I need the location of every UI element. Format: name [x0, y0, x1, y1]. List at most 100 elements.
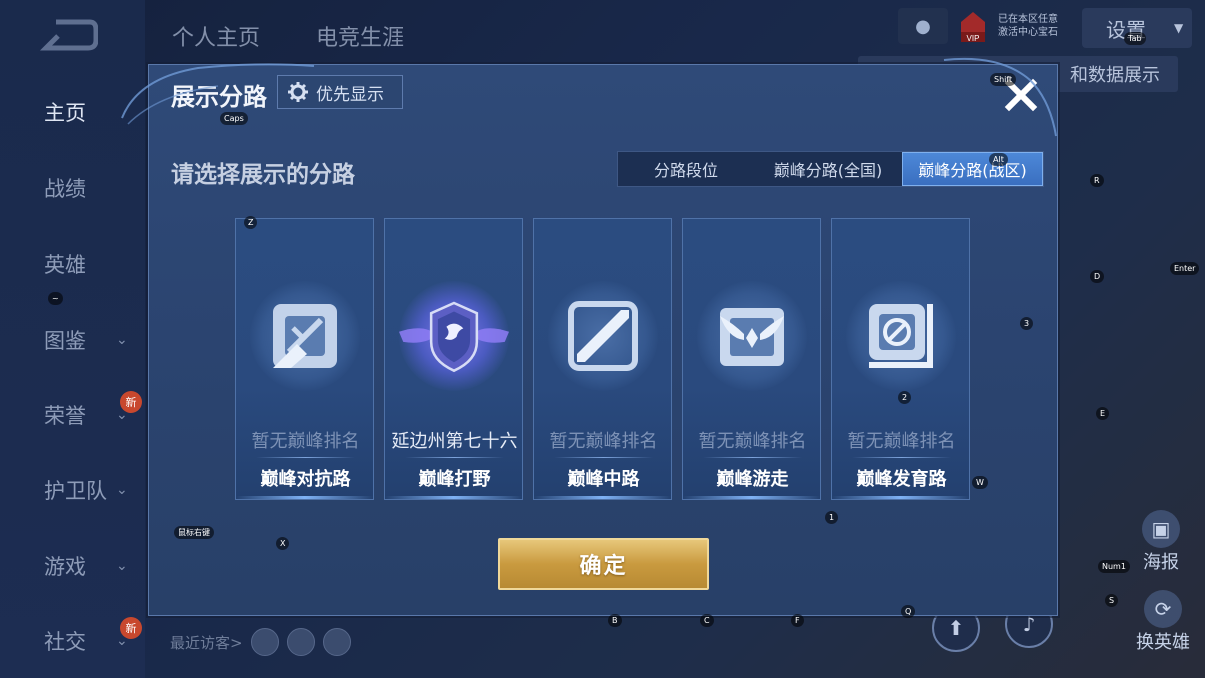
lane-card-roam[interactable]: 暂无巅峰排名 巅峰游走 — [682, 218, 821, 500]
vip-info: 已在本区任意 激活中心宝石 — [998, 13, 1058, 39]
card-rank-text: 暂无巅峰排名 — [698, 431, 807, 452]
visitor-avatar[interactable] — [250, 628, 279, 656]
clash-lane-icon — [273, 304, 337, 368]
vip-line-1: 已在本区任意 — [998, 14, 1058, 25]
emblem-bg — [697, 281, 807, 391]
sidebar-item-label: 主页 — [44, 101, 86, 125]
key-hint: C — [700, 614, 714, 627]
emblem-bg — [250, 281, 360, 391]
farm-lane-icon — [869, 304, 933, 368]
poster-label: 海报 — [1143, 552, 1179, 573]
key-hint: Num1 — [1098, 560, 1130, 573]
modal-subtitle: 请选择展示的分路 — [171, 162, 355, 188]
emblem-bg — [846, 281, 956, 391]
key-hint: Q — [901, 605, 916, 618]
lane-display-modal: 展示分路 优先显示 请选择展示的分路 分路段位 巅峰分路(全国) 巅峰分路(战区… — [148, 64, 1058, 616]
chevron-down-icon: ⌄ — [116, 332, 128, 348]
sidebar-item-label: 图鉴 — [44, 329, 86, 353]
key-hint: S — [1105, 594, 1119, 607]
new-badge: 新 — [120, 391, 142, 413]
card-divider — [256, 457, 355, 458]
card-lane-name: 巅峰打野 — [418, 469, 491, 490]
switch-hero-label: 换英雄 — [1136, 632, 1190, 653]
card-glow — [385, 496, 522, 499]
key-hint: Shift — [990, 73, 1017, 86]
card-glow — [236, 496, 373, 499]
sidebar-item[interactable]: 荣誉 ⌄ 新 — [0, 391, 145, 435]
tab-peak-lane-national[interactable]: 巅峰分路(全国) — [754, 152, 902, 186]
lane-card-clash[interactable]: 暂无巅峰排名 巅峰对抗路 — [235, 218, 374, 500]
svg-text:VIP: VIP — [967, 34, 980, 43]
sidebar-item-label: 英雄 — [44, 253, 86, 277]
emblem-bg — [399, 281, 509, 391]
poster-icon: ▣ — [1142, 510, 1180, 548]
tab-esports-career[interactable]: 电竞生涯 — [316, 20, 404, 52]
switch-hero-button[interactable]: ⟳ 换英雄 — [1136, 590, 1190, 654]
sidebar-item[interactable]: 图鉴 ⌄ — [0, 320, 145, 360]
card-rank-text: 暂无巅峰排名 — [847, 431, 956, 452]
card-lane-name: 巅峰发育路 — [856, 469, 947, 490]
sidebar-item[interactable]: 战绩 — [0, 168, 145, 208]
key-hint: R — [1090, 174, 1104, 187]
card-divider — [405, 457, 504, 458]
tab-lane-rank[interactable]: 分路段位 — [618, 152, 754, 186]
card-glow — [683, 496, 820, 499]
card-divider — [703, 457, 802, 458]
recent-visitors[interactable]: 最近访客> — [170, 628, 351, 656]
card-lane-name: 巅峰游走 — [716, 469, 789, 490]
chevron-down-icon: ⌄ — [116, 482, 128, 498]
vip-badge-icon: VIP — [961, 12, 985, 43]
confirm-label: 确定 — [579, 554, 628, 579]
sidebar-item[interactable]: 游戏 ⌄ — [0, 546, 145, 586]
card-lane-name: 巅峰中路 — [567, 469, 640, 490]
vip-line-2: 激活中心宝石 — [998, 27, 1058, 38]
card-lane-name: 巅峰对抗路 — [260, 469, 351, 490]
new-badge: 新 — [120, 617, 142, 639]
card-glow — [832, 496, 969, 499]
lane-card-mid[interactable]: 暂无巅峰排名 巅峰中路 — [533, 218, 672, 500]
switch-hero-icon: ⟳ — [1144, 590, 1182, 628]
key-hint: W — [972, 476, 988, 489]
key-hint: E — [1096, 407, 1110, 420]
key-hint: D — [1090, 270, 1105, 283]
card-glow — [534, 496, 671, 499]
roam-wings-icon — [720, 308, 784, 366]
sidebar-item[interactable]: 护卫队 ⌄ — [0, 470, 145, 510]
sidebar-item-label: 护卫队 — [44, 479, 107, 503]
chevron-down-icon: ▼ — [1174, 21, 1184, 35]
tab-personal-home[interactable]: 个人主页 — [172, 20, 260, 52]
decorative-swirl — [121, 63, 315, 125]
jungle-crest-icon — [399, 301, 509, 373]
lane-card-jungle[interactable]: 延边州第七十六 巅峰打野 — [384, 218, 523, 500]
sidebar-item-label: 社交 — [44, 630, 86, 654]
sidebar-item[interactable]: 英雄 — [0, 244, 145, 284]
card-divider — [554, 457, 653, 458]
tab-peak-lane-region[interactable]: 巅峰分路(战区) — [902, 152, 1043, 186]
key-hint: F — [791, 614, 804, 627]
back-arrow-icon[interactable] — [38, 18, 98, 52]
key-hint: Tab — [1124, 32, 1146, 45]
confirm-button[interactable]: 确定 — [498, 538, 709, 590]
vip-avatar[interactable]: VIP — [958, 8, 988, 44]
qq-icon[interactable]: ● — [898, 8, 948, 44]
lane-card-farm[interactable]: 暂无巅峰排名 巅峰发育路 — [831, 218, 970, 500]
banner-text: 和数据展示 — [1070, 65, 1160, 86]
key-hint: B — [608, 614, 622, 627]
card-rank-text: 暂无巅峰排名 — [251, 431, 360, 452]
key-hint: Enter — [1170, 262, 1200, 275]
sidebar-item[interactable]: 社交 ⌄ 新 — [0, 617, 145, 661]
visitor-avatar[interactable] — [286, 628, 315, 656]
key-hint: 鼠标右键 — [174, 526, 214, 539]
top-right-area: ● VIP 已在本区任意 激活中心宝石 — [898, 8, 1058, 44]
recent-visitors-label: 最近访客> — [170, 633, 243, 652]
visitor-avatar[interactable] — [322, 628, 351, 656]
decorative-swirl — [943, 57, 1057, 137]
poster-button[interactable]: ▣ 海报 — [1142, 510, 1180, 574]
key-hint: 1 — [825, 511, 839, 524]
top-nav: 个人主页 电竞生涯 — [172, 20, 404, 52]
sidebar-item-label: 游戏 — [44, 555, 86, 579]
emblem-bg — [548, 281, 658, 391]
chevron-down-icon: ⌄ — [116, 558, 128, 574]
card-divider — [852, 457, 951, 458]
key-hint: Alt — [989, 153, 1008, 166]
